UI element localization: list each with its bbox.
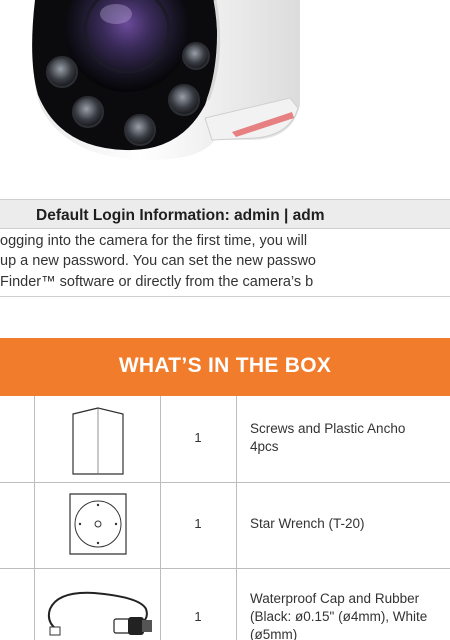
folded-manual-icon [70, 406, 126, 481]
mounting-template-icon [67, 491, 129, 562]
item-description: Star Wrench (T-20) [250, 515, 365, 533]
item-description-line: 4pcs [250, 439, 279, 454]
box-contents-table: 1 Screws and Plastic Ancho 4pcs 1 Star W… [0, 396, 450, 640]
login-line: up a new password. You can set the new p… [0, 253, 316, 269]
box-contents-header: WHAT’S IN THE BOX [0, 338, 450, 396]
camera-product-image [0, 0, 450, 165]
item-description: Waterproof Cap and Rubber (Black: ø0.15"… [250, 590, 427, 640]
login-line: Finder™ software or directly from the ca… [0, 274, 314, 290]
table-divider [34, 396, 35, 640]
login-instructions: ogging into the camera for the first tim… [0, 229, 450, 297]
item-description-line: Waterproof Cap and Rubber [250, 591, 420, 606]
item-description-line: (Black: ø0.15" (ø4mm), White [250, 609, 428, 624]
network-cable-icon [44, 581, 156, 640]
item-description: Screws and Plastic Ancho 4pcs [250, 420, 405, 456]
item-description-line: Screws and Plastic Ancho [250, 421, 406, 436]
table-divider [236, 396, 237, 640]
item-quantity: 1 [194, 609, 202, 624]
item-quantity: 1 [194, 516, 202, 531]
default-login-bar: Default Login Information: admin | adm [0, 199, 450, 229]
item-quantity: 1 [194, 430, 202, 445]
item-description-line: Star Wrench (T-20) [250, 516, 365, 531]
table-divider [0, 568, 450, 569]
default-login-title: Default Login Information: admin | adm [36, 207, 325, 224]
item-description-line: (ø5mm) [250, 627, 298, 640]
box-contents-title: WHAT’S IN THE BOX [118, 354, 332, 377]
table-divider [0, 482, 450, 483]
login-line: ogging into the camera for the first tim… [0, 233, 308, 249]
